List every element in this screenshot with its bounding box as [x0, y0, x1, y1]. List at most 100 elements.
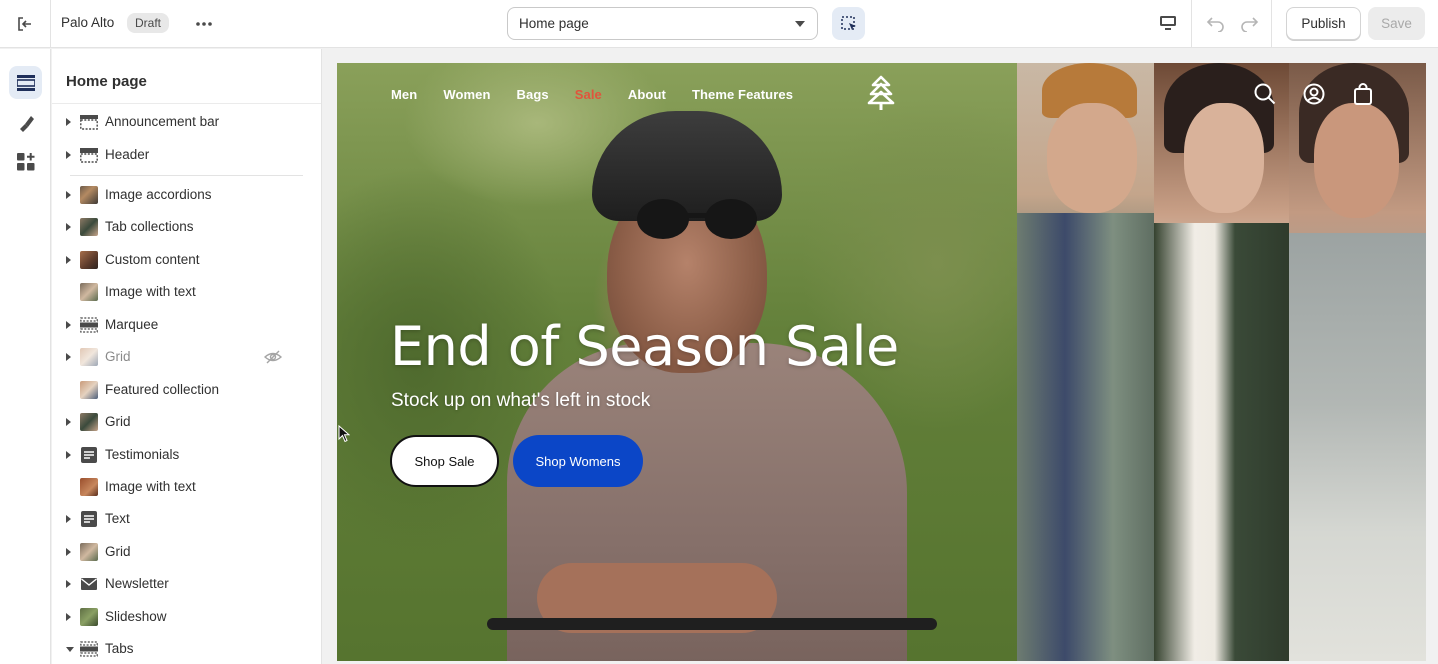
hero-image-handlebars [487, 618, 937, 630]
section-tab-collections[interactable]: Tab collections [52, 212, 321, 242]
sections-icon [16, 74, 35, 91]
expand-caret-icon[interactable] [66, 548, 71, 556]
nav-link-about[interactable]: About [628, 87, 666, 102]
search-icon [1254, 83, 1276, 105]
section-header[interactable]: Header [52, 140, 321, 170]
section-label: Featured collection [105, 382, 220, 397]
expand-caret-icon[interactable] [66, 151, 71, 159]
image-thumbnail [80, 283, 98, 301]
section-grid-hidden[interactable]: Grid [52, 342, 321, 372]
rail-apps-button[interactable] [9, 145, 42, 178]
section-label: Announcement bar [105, 114, 220, 129]
section-announcement-bar[interactable]: Announcement bar [52, 107, 321, 137]
store-logo-tree-icon[interactable] [865, 75, 897, 111]
hero-image-sunglasses [637, 199, 757, 239]
section-label: Grid [105, 349, 131, 364]
store-name: Palo Alto [61, 15, 115, 30]
eye-hidden-icon[interactable] [264, 348, 282, 366]
ellipsis-icon [196, 22, 212, 26]
announcement-bar-icon [80, 115, 98, 130]
template-select[interactable]: Home page [507, 7, 818, 40]
section-label: Grid [105, 414, 131, 429]
undo-button[interactable] [1203, 10, 1229, 36]
nav-link-women[interactable]: Women [443, 87, 490, 102]
section-marquee[interactable]: Marquee [52, 310, 321, 340]
account-button[interactable] [1302, 82, 1326, 106]
collapse-caret-icon[interactable] [66, 647, 74, 652]
divider [52, 103, 321, 104]
expand-caret-icon[interactable] [66, 580, 71, 588]
save-button: Save [1368, 7, 1425, 40]
expand-caret-icon[interactable] [66, 613, 71, 621]
storefront-nav: Men Women Bags Sale About Theme Features [391, 87, 819, 102]
rail-sections-button[interactable] [9, 66, 42, 99]
editor-topbar: Palo Alto Draft Home page Publish Save [0, 0, 1438, 48]
hero-image-face [1314, 103, 1399, 218]
section-newsletter[interactable]: Newsletter [52, 569, 321, 599]
expand-caret-icon[interactable] [66, 418, 71, 426]
hero-image-jacket [1017, 213, 1154, 661]
section-grid-3[interactable]: Grid [52, 537, 321, 567]
more-actions-button[interactable] [190, 10, 218, 38]
inspector-toggle-button[interactable] [832, 7, 865, 40]
section-image-with-text-2[interactable]: Image with text [52, 472, 321, 502]
expand-caret-icon[interactable] [66, 451, 71, 459]
image-thumbnail [80, 186, 98, 204]
nav-link-theme-features[interactable]: Theme Features [692, 87, 793, 102]
section-custom-content[interactable]: Custom content [52, 245, 321, 275]
section-tabs[interactable]: Tabs [52, 634, 321, 664]
device-preview-button[interactable] [1155, 10, 1181, 36]
section-label: Marquee [105, 317, 159, 332]
shop-sale-button[interactable]: Shop Sale [390, 435, 499, 487]
expand-caret-icon[interactable] [66, 118, 71, 126]
expand-caret-icon[interactable] [66, 191, 71, 199]
expand-caret-icon[interactable] [66, 515, 71, 523]
hero-side-image-1 [1017, 63, 1154, 661]
hero-side-image-3 [1289, 63, 1426, 661]
redo-button[interactable] [1236, 10, 1262, 36]
section-slideshow[interactable]: Slideshow [52, 602, 321, 632]
desktop-icon [1160, 16, 1176, 30]
undo-icon [1206, 17, 1224, 32]
rail-theme-settings-button[interactable] [9, 106, 42, 139]
header-actions [1253, 82, 1400, 106]
nav-link-sale[interactable]: Sale [575, 87, 602, 102]
hero-image-hoodie [1289, 233, 1426, 661]
expand-caret-icon[interactable] [66, 256, 71, 264]
nav-link-men[interactable]: Men [391, 87, 417, 102]
editor-rail [0, 49, 51, 664]
sections-panel: Home page Announcement bar Header Image … [52, 49, 322, 664]
panel-title: Home page [66, 73, 147, 90]
nav-link-bags[interactable]: Bags [517, 87, 549, 102]
expand-caret-icon[interactable] [66, 353, 71, 361]
exit-editor-button[interactable] [0, 0, 51, 48]
mouse-pointer-icon [338, 425, 350, 443]
section-featured-collection[interactable]: Featured collection [52, 375, 321, 405]
section-label: Slideshow [105, 609, 167, 624]
text-block-icon [81, 447, 97, 463]
section-label: Image with text [105, 479, 196, 494]
section-grid[interactable]: Grid [52, 407, 321, 437]
hero-image-face [1047, 103, 1137, 213]
chevron-down-icon [795, 21, 805, 27]
storefront-preview[interactable]: Men Women Bags Sale About Theme Features… [337, 63, 1426, 661]
cart-button[interactable] [1351, 82, 1375, 106]
section-image-with-text[interactable]: Image with text [52, 277, 321, 307]
shop-womens-button[interactable]: Shop Womens [513, 435, 643, 487]
hero-image-face [1184, 103, 1264, 213]
section-text[interactable]: Text [52, 504, 321, 534]
publish-button[interactable]: Publish [1286, 7, 1361, 40]
search-button[interactable] [1253, 82, 1277, 106]
expand-caret-icon[interactable] [66, 321, 71, 329]
header-icon [80, 148, 98, 163]
shopping-bag-icon [1354, 83, 1372, 105]
envelope-icon [81, 578, 97, 590]
section-testimonials[interactable]: Testimonials [52, 440, 321, 470]
image-thumbnail [80, 478, 98, 496]
divider [1191, 0, 1192, 48]
expand-caret-icon[interactable] [66, 223, 71, 231]
image-thumbnail [80, 251, 98, 269]
image-thumbnail [80, 413, 98, 431]
status-badge: Draft [127, 13, 170, 33]
section-image-accordions[interactable]: Image accordions [52, 180, 321, 210]
